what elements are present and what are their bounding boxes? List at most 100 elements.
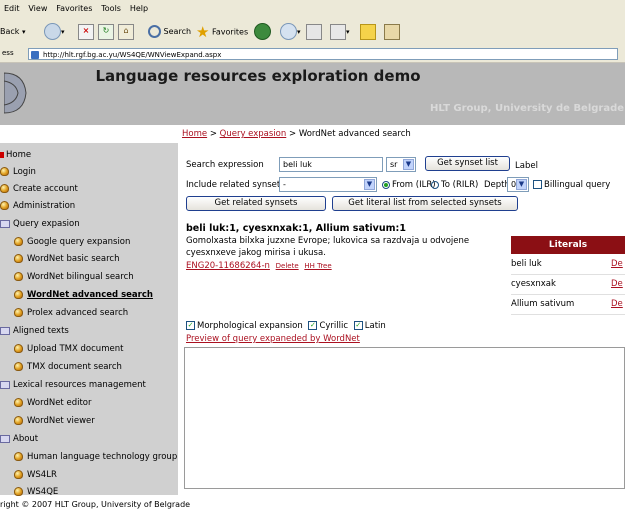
search-expression-input[interactable]: beli luk bbox=[279, 157, 383, 172]
synset-id-link[interactable]: ENG20-11686264-n bbox=[186, 261, 270, 271]
sidebar-item-label: WordNet viewer bbox=[27, 416, 95, 426]
menu-tools[interactable]: Tools bbox=[101, 0, 121, 17]
morph-label: Morphological expansion bbox=[197, 321, 303, 331]
label-text: Label bbox=[515, 161, 538, 171]
menu-edit[interactable]: Edit bbox=[4, 0, 20, 17]
sidebar-item-label: Aligned texts bbox=[13, 326, 69, 336]
address-bar: ess http://hlt.rgf.bg.ac.yu/WS4QE/WNView… bbox=[0, 47, 625, 63]
url-field[interactable]: http://hlt.rgf.bg.ac.yu/WS4QE/WNViewExpa… bbox=[28, 48, 618, 60]
sidebar-item-hlt-group[interactable]: Human language technology group bbox=[14, 451, 177, 463]
sidebar-item-wordnet-basic[interactable]: WordNet basic search bbox=[14, 253, 119, 265]
table-row: Allium sativum De bbox=[511, 295, 625, 315]
latin-label: Latin bbox=[364, 321, 386, 331]
get-synset-list-button[interactable]: Get synset list bbox=[425, 156, 510, 171]
research-icon bbox=[384, 23, 400, 40]
sidebar-item-label: Login bbox=[13, 167, 36, 177]
literal-delete-link[interactable]: De bbox=[611, 275, 623, 294]
sidebar-item-wordnet-bilingual[interactable]: WordNet bilingual search bbox=[14, 271, 134, 283]
sidebar-item-google-query[interactable]: Google query expansion bbox=[14, 236, 130, 248]
sidebar-item-wordnet-advanced[interactable]: WordNet advanced search bbox=[14, 289, 153, 301]
sidebar-item-label: Upload TMX document bbox=[27, 344, 124, 354]
print-button[interactable] bbox=[306, 23, 322, 41]
sidebar-item-wordnet-viewer[interactable]: WordNet viewer bbox=[14, 415, 95, 427]
from-ilr-label: From (ILR) bbox=[392, 180, 436, 190]
sidebar-item-wordnet-editor[interactable]: WordNet editor bbox=[14, 397, 92, 409]
edit-button[interactable]: ▾ bbox=[330, 23, 350, 41]
preview-query-link[interactable]: Preview of query expaneded by WordNet bbox=[186, 334, 360, 344]
sidebar-item-create-account[interactable]: Create account bbox=[0, 183, 78, 195]
history-button[interactable]: ▾ bbox=[280, 23, 301, 41]
browser-toolbar: Back ▾ ▾ × ↻ ⌂ Search ★ Favorites ▾ ▾ bbox=[0, 17, 625, 48]
radio-icon bbox=[382, 180, 390, 189]
sidebar-item-about[interactable]: About bbox=[0, 433, 38, 445]
search-label: Search bbox=[163, 27, 192, 36]
include-related-label: Include related synsets bbox=[186, 180, 285, 190]
breadcrumb-current: WordNet advanced search bbox=[298, 129, 411, 139]
sidebar-item-query-expasion[interactable]: Query expasion bbox=[0, 218, 80, 230]
hh-tree-link[interactable]: HH Tree bbox=[304, 262, 331, 270]
refresh-button[interactable]: ↻ bbox=[98, 23, 114, 41]
literal-name: beli luk bbox=[511, 259, 542, 269]
sidebar-item-upload-tmx[interactable]: Upload TMX document bbox=[14, 343, 123, 355]
synset-gloss-line-2: cyesxnxeve jakog mirisa i ukusa. bbox=[186, 248, 326, 258]
menu-view[interactable]: View bbox=[28, 0, 47, 17]
sidebar-item-home[interactable]: Home bbox=[0, 149, 31, 161]
delete-link[interactable]: Delete bbox=[276, 262, 299, 270]
star-icon bbox=[0, 201, 9, 210]
latin-checkbox[interactable]: ✓ Latin bbox=[353, 321, 386, 331]
to-rilr-radio[interactable]: To (RILR) bbox=[431, 180, 478, 190]
literal-delete-link[interactable]: De bbox=[611, 295, 623, 314]
literals-header: Literals bbox=[511, 236, 625, 254]
forward-button[interactable]: ▾ bbox=[44, 23, 65, 41]
page-icon bbox=[31, 51, 39, 59]
sidebar-item-administration[interactable]: Administration bbox=[0, 200, 75, 212]
research-button[interactable] bbox=[384, 23, 400, 41]
menu-help[interactable]: Help bbox=[130, 0, 148, 17]
address-label: ess bbox=[2, 49, 14, 57]
star-icon bbox=[0, 167, 9, 176]
preview-textarea[interactable] bbox=[184, 347, 625, 489]
stop-button[interactable]: × bbox=[78, 23, 94, 41]
cyrillic-checkbox[interactable]: ✓ Cyrillic bbox=[308, 321, 348, 331]
language-select[interactable]: sr ▼ bbox=[386, 157, 416, 172]
home-marker-icon bbox=[0, 151, 4, 158]
depth-select[interactable]: 0 ▼ bbox=[507, 177, 529, 192]
get-literal-list-button[interactable]: Get literal list from selected synsets bbox=[332, 196, 518, 211]
from-ilr-radio[interactable]: From (ILR) bbox=[382, 180, 436, 190]
sidebar-item-lexical-resources[interactable]: Lexical resources management bbox=[0, 379, 146, 391]
menu-favorites[interactable]: Favorites bbox=[56, 0, 92, 17]
sidebar-item-aligned-texts[interactable]: Aligned texts bbox=[0, 325, 69, 337]
search-button[interactable]: Search bbox=[148, 23, 191, 41]
sidebar-item-ws4qe[interactable]: WS4QE bbox=[14, 486, 58, 498]
media-button[interactable] bbox=[254, 23, 271, 41]
breadcrumb-home[interactable]: Home bbox=[182, 129, 207, 139]
sidebar-item-tmx-search[interactable]: TMX document search bbox=[14, 361, 122, 373]
logo-icon bbox=[4, 72, 27, 114]
print-icon bbox=[306, 23, 322, 40]
folder-icon bbox=[360, 23, 376, 40]
bilingual-checkbox[interactable]: Billingual query bbox=[533, 180, 610, 190]
sidebar-item-label: WS4QE bbox=[27, 487, 59, 497]
synset-links: ENG20-11686264-n Delete HH Tree bbox=[186, 261, 332, 271]
sidebar-item-ws4lr[interactable]: WS4LR bbox=[14, 469, 57, 481]
radio-icon bbox=[431, 180, 439, 189]
literal-delete-link[interactable]: De bbox=[611, 255, 623, 274]
sidebar-item-prolex[interactable]: Prolex advanced search bbox=[14, 307, 128, 319]
include-related-select[interactable]: - ▼ bbox=[279, 177, 377, 192]
breadcrumb-separator: > bbox=[288, 129, 297, 139]
morph-checkbox[interactable]: ✓ Morphological expansion bbox=[186, 321, 303, 331]
star-icon bbox=[14, 272, 23, 281]
star-icon bbox=[14, 398, 23, 407]
home-button[interactable]: ⌂ bbox=[118, 23, 134, 41]
refresh-icon: ↻ bbox=[98, 23, 114, 40]
back-button[interactable]: Back ▾ bbox=[0, 23, 25, 41]
sidebar-item-login[interactable]: Login bbox=[0, 166, 36, 178]
folder-icon bbox=[0, 219, 10, 228]
edit-icon bbox=[330, 23, 346, 40]
folder-button[interactable] bbox=[360, 23, 376, 41]
synset-title: beli luk:1, cyesxnxak:1, Allium sativum:… bbox=[186, 223, 406, 234]
star-icon bbox=[0, 184, 9, 193]
breadcrumb-query-expasion[interactable]: Query expasion bbox=[220, 129, 287, 139]
get-related-synsets-button[interactable]: Get related synsets bbox=[186, 196, 326, 211]
favorites-button[interactable]: ★ Favorites bbox=[196, 23, 248, 41]
